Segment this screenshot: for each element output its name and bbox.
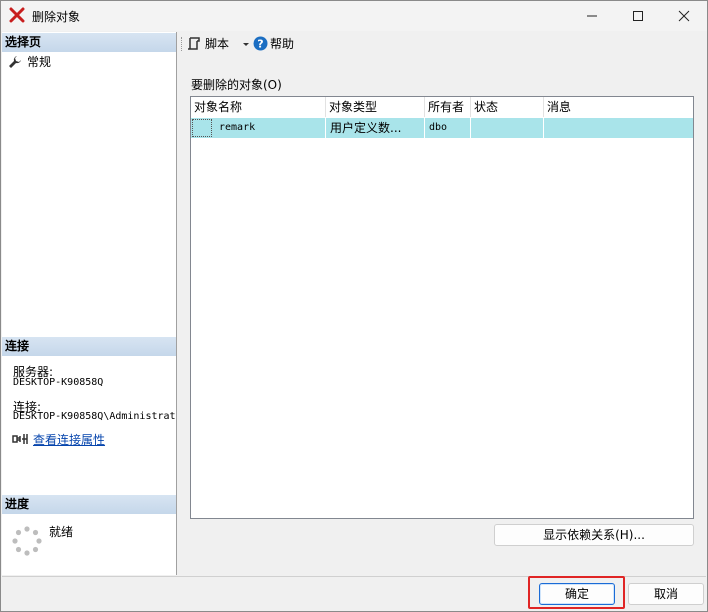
column-header-message[interactable]: 消息 <box>544 97 693 117</box>
progress-header: 进度 <box>2 495 176 514</box>
cell-owner: dbo <box>425 118 471 138</box>
view-connection-properties-link[interactable]: 查看连接属性 <box>33 431 105 448</box>
delete-object-dialog: 删除对象 选择页 常规 连接 服务器: DESKTOP-K90858Q 连接: … <box>0 0 708 612</box>
objects-to-delete-label: 要删除的对象(O) <box>191 78 282 92</box>
left-pane: 选择页 常规 连接 服务器: DESKTOP-K90858Q 连接: DESKT… <box>2 32 177 575</box>
connection-value: DESKTOP-K90858Q\Administrat <box>13 411 176 422</box>
ok-button[interactable]: 确定 <box>539 583 615 605</box>
column-header-object-type[interactable]: 对象类型 <box>326 97 425 117</box>
help-label: 帮助 <box>270 37 295 51</box>
close-icon <box>678 10 690 22</box>
content-area: 要删除的对象(O) 对象名称 对象类型 所有者 状态 消息 remark 用户定… <box>178 62 706 575</box>
minimize-button[interactable] <box>569 1 615 31</box>
cancel-button[interactable]: 取消 <box>628 583 704 605</box>
column-header-owner[interactable]: 所有者 <box>425 97 471 117</box>
select-page-header: 选择页 <box>2 33 176 52</box>
toolbar: 脚本 ? 帮助 <box>179 32 705 56</box>
column-header-object-name[interactable]: 对象名称 <box>191 97 326 117</box>
close-button[interactable] <box>661 1 707 31</box>
toolbar-grip <box>181 37 183 51</box>
table-row[interactable]: remark 用户定义数... dbo <box>191 118 693 138</box>
objects-grid[interactable]: 对象名称 对象类型 所有者 状态 消息 remark 用户定义数... dbo <box>190 96 694 519</box>
minimize-icon <box>587 15 597 17</box>
plug-icon <box>12 434 28 444</box>
grid-header: 对象名称 对象类型 所有者 状态 消息 <box>191 97 693 117</box>
maximize-button[interactable] <box>615 1 661 31</box>
row-selector[interactable] <box>192 119 212 137</box>
progress-spinner-icon <box>12 526 42 556</box>
column-header-status[interactable]: 状态 <box>471 97 544 117</box>
chevron-down-icon[interactable] <box>241 36 251 52</box>
title-bar: 删除对象 <box>1 1 707 31</box>
svg-text:?: ? <box>257 38 263 51</box>
cell-object-name: remark <box>213 118 326 138</box>
maximize-icon <box>633 11 643 21</box>
cell-message <box>544 118 693 138</box>
script-label: 脚本 <box>205 37 230 51</box>
server-value: DESKTOP-K90858Q <box>13 377 104 388</box>
delete-x-icon <box>9 7 25 23</box>
show-dependencies-button[interactable]: 显示依赖关系(H)... <box>494 524 694 546</box>
wrench-icon <box>9 56 21 68</box>
help-icon: ? <box>253 36 268 51</box>
page-item-label: 常规 <box>27 55 52 69</box>
progress-status: 就绪 <box>49 525 74 539</box>
window-title: 删除对象 <box>32 10 81 24</box>
script-icon <box>188 37 200 50</box>
cell-object-type: 用户定义数... <box>326 118 425 138</box>
connection-header: 连接 <box>2 337 176 356</box>
cell-status <box>471 118 544 138</box>
